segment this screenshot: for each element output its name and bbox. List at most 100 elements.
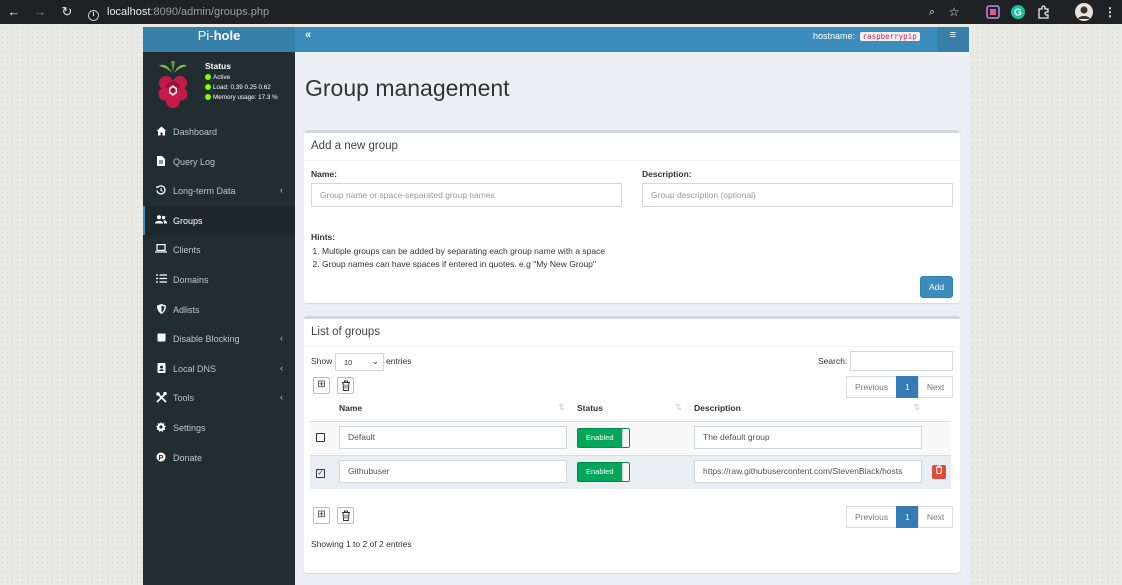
entries-label: entries bbox=[386, 356, 412, 366]
description-column-header[interactable]: Description ⇅ bbox=[688, 396, 926, 422]
chevron-left-icon: ‹ bbox=[280, 392, 283, 403]
status-toggle[interactable]: Enabled bbox=[577, 462, 630, 483]
sidebar-item-query-log[interactable]: Query Log bbox=[143, 147, 295, 177]
sidebar-item-long-term-data[interactable]: Long-term Data ‹ bbox=[143, 176, 295, 206]
hamburger-menu-icon[interactable]: ≡ bbox=[937, 27, 969, 52]
list-icon bbox=[155, 274, 167, 285]
toggle-knob bbox=[622, 429, 629, 447]
sidebar-item-tools[interactable]: Tools ‹ bbox=[143, 383, 295, 413]
hint-item: Multiple groups can be added by separati… bbox=[322, 245, 605, 258]
group-description-field[interactable]: https://raw.githubusercontent.com/Steven… bbox=[694, 459, 922, 483]
group-description-field[interactable]: The default group bbox=[694, 425, 922, 449]
add-group-title: Add a new group bbox=[311, 140, 398, 152]
browser-menu-icon[interactable]: ⋮ bbox=[1102, 4, 1118, 20]
sidebar-item-adlists[interactable]: Adlists bbox=[143, 295, 295, 325]
svg-text:P: P bbox=[158, 452, 163, 461]
status-active-text: Active bbox=[213, 74, 231, 81]
name-column-header[interactable]: Name ⇅ bbox=[333, 396, 571, 422]
sidebar-item-settings[interactable]: Settings bbox=[143, 413, 295, 443]
forward-icon[interactable]: → bbox=[32, 4, 48, 20]
pagination-top: Previous 1 Next bbox=[846, 376, 954, 398]
sidebar-item-disable-blocking[interactable]: Disable Blocking ‹ bbox=[143, 324, 295, 354]
sidebar-item-dashboard[interactable]: Dashboard bbox=[143, 117, 295, 147]
status-column-header[interactable]: Status ⇅ bbox=[571, 396, 688, 422]
chevron-left-icon: ‹ bbox=[280, 185, 283, 196]
entries-select[interactable]: 10 ⌄ bbox=[335, 353, 384, 371]
sidebar-item-label: Domains bbox=[173, 274, 209, 285]
file-icon bbox=[155, 155, 167, 168]
checkbox-unchecked-icon[interactable] bbox=[316, 432, 325, 442]
trash-icon[interactable] bbox=[337, 507, 354, 524]
reload-icon[interactable]: ↻ bbox=[59, 4, 75, 20]
main-header: Pi-hole « hostname: raspberrypip ≡ bbox=[143, 27, 969, 52]
sidebar-item-donate[interactable]: P Donate bbox=[143, 443, 295, 473]
pihole-admin: Pi-hole « hostname: raspberrypip ≡ Statu… bbox=[143, 27, 969, 585]
group-name-field[interactable]: Default bbox=[339, 425, 567, 449]
next-button[interactable]: Next bbox=[917, 506, 954, 528]
select-column-header[interactable] bbox=[310, 396, 333, 422]
pagination-bottom: Previous 1 Next bbox=[846, 506, 954, 528]
extensions-puzzle-icon[interactable] bbox=[1036, 4, 1052, 20]
delete-trash-icon[interactable] bbox=[932, 465, 946, 480]
list-of-groups-box: List of groups Show 10 ⌄ entries Search:… bbox=[304, 316, 960, 573]
zoom-icon[interactable]: ⌕ bbox=[924, 4, 940, 20]
bookmark-star-icon[interactable]: ☆ bbox=[946, 4, 962, 20]
back-icon[interactable]: ← bbox=[6, 4, 22, 20]
description-cell: The default group bbox=[688, 420, 926, 455]
previous-button[interactable]: Previous bbox=[846, 376, 898, 398]
content-wrapper: Group management Add a new group Name: D… bbox=[295, 52, 969, 585]
page-1-button[interactable]: 1 bbox=[896, 376, 919, 398]
row-select-cell[interactable]: ✓ bbox=[310, 454, 333, 489]
sidebar-item-label: Groups bbox=[173, 215, 203, 226]
action-cell bbox=[926, 420, 951, 455]
sidebar-item-local-dns[interactable]: Local DNS ‹ bbox=[143, 354, 295, 384]
status-cell: Enabled bbox=[571, 454, 688, 489]
select-all-icon[interactable]: ⊞ bbox=[313, 377, 330, 394]
page-title: Group management bbox=[305, 75, 510, 101]
row-select-cell[interactable] bbox=[310, 420, 333, 455]
group-description-input[interactable] bbox=[642, 183, 953, 207]
status-memory-text: Memory usage: 17.3 % bbox=[213, 94, 278, 101]
url-path: :8090/admin/groups.php bbox=[150, 6, 270, 18]
chevron-left-icon: ‹ bbox=[280, 362, 283, 373]
sidebar-toggle-icon[interactable]: « bbox=[305, 29, 311, 41]
address-bar[interactable]: i localhost:8090/admin/groups.php bbox=[88, 3, 908, 21]
table-row[interactable]: ✓ Githubuser Enabled https://raw.githubu… bbox=[310, 454, 951, 489]
status-toggle[interactable]: Enabled bbox=[577, 428, 630, 448]
status-dot-icon bbox=[205, 93, 211, 100]
extension-icon[interactable] bbox=[985, 4, 1001, 20]
description-label: Description: bbox=[642, 169, 692, 179]
grammarly-icon[interactable]: G bbox=[1010, 4, 1026, 20]
trash-icon[interactable] bbox=[337, 377, 354, 394]
home-icon bbox=[155, 126, 167, 138]
name-cell: Default bbox=[333, 420, 571, 455]
checkbox-checked-icon[interactable]: ✓ bbox=[316, 468, 325, 478]
previous-button[interactable]: Previous bbox=[846, 506, 898, 528]
sidebar-item-groups[interactable]: Groups bbox=[143, 205, 295, 236]
page-1-button[interactable]: 1 bbox=[896, 506, 919, 528]
sidebar-item-clients[interactable]: Clients bbox=[143, 235, 295, 265]
next-button[interactable]: Next bbox=[917, 376, 954, 398]
search-input[interactable] bbox=[850, 351, 953, 371]
brand-logo[interactable]: Pi-hole bbox=[143, 27, 295, 52]
status-toggle-label: Enabled bbox=[586, 433, 614, 442]
hints-list: Multiple groups can be added by separati… bbox=[322, 245, 605, 271]
add-button[interactable]: Add bbox=[920, 276, 953, 298]
hints-label: Hints: bbox=[311, 232, 336, 242]
group-name-field[interactable]: Githubuser bbox=[339, 459, 567, 483]
name-column-label: Name bbox=[339, 403, 363, 414]
site-info-icon[interactable]: i bbox=[88, 10, 99, 21]
add-group-box: Add a new group Name: Description: Hints… bbox=[304, 130, 960, 303]
action-cell bbox=[926, 454, 951, 489]
hostname: hostname: raspberrypip bbox=[813, 31, 920, 41]
svg-text:G: G bbox=[1014, 8, 1022, 19]
profile-avatar-icon[interactable] bbox=[1075, 3, 1093, 21]
box-divider bbox=[304, 346, 960, 347]
group-name-input[interactable] bbox=[311, 183, 622, 207]
sidebar-item-domains[interactable]: Domains bbox=[143, 265, 295, 295]
status-block: Status Active Load: 0.39 0.25 0.62 Memor… bbox=[205, 61, 278, 103]
status-title: Status bbox=[205, 61, 231, 71]
select-all-icon[interactable]: ⊞ bbox=[313, 507, 330, 524]
brand-prefix: Pi- bbox=[197, 28, 214, 43]
table-row[interactable]: Default Enabled The default group bbox=[310, 420, 951, 455]
